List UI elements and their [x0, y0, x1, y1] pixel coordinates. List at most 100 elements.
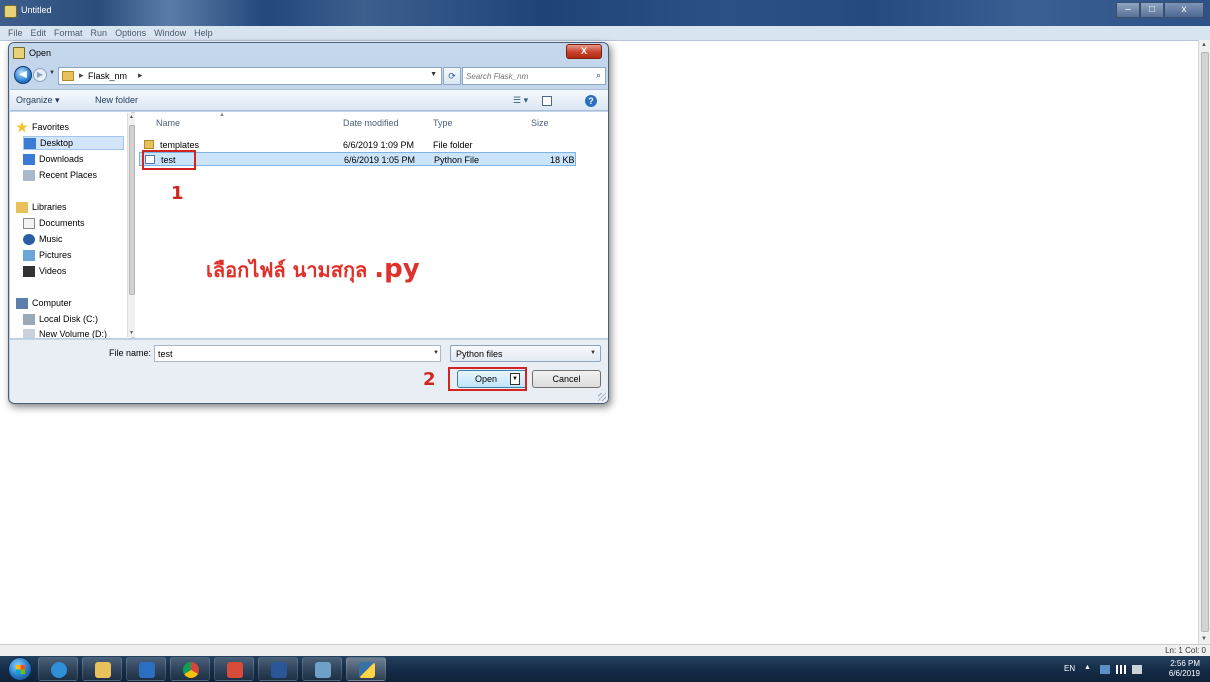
refresh-button[interactable]: ⟳ [443, 67, 461, 85]
volume-icon[interactable] [1132, 665, 1142, 674]
folder-icon [144, 140, 154, 149]
back-arrow-icon[interactable]: ◀ [14, 66, 32, 84]
menu-help[interactable]: Help [190, 26, 217, 40]
taskbar: EN ▲ 2:56 PM 6/6/2019 [0, 656, 1210, 682]
resize-grip[interactable] [598, 393, 606, 401]
chevron-down-icon: ▼ [590, 350, 596, 356]
menu-format[interactable]: Format [50, 26, 87, 40]
nav-computer[interactable]: Computer [16, 296, 124, 310]
taskbar-chrome[interactable] [170, 657, 210, 681]
system-tray: EN ▲ 2:56 PM 6/6/2019 [1060, 656, 1210, 682]
folder-icon [95, 662, 111, 678]
file-name-field[interactable] [154, 345, 441, 362]
cancel-button[interactable]: Cancel [532, 370, 601, 388]
scroll-down-icon[interactable]: ▼ [1201, 636, 1207, 642]
search-icon[interactable]: ⌕ [596, 70, 601, 81]
breadcrumb-flask-nm[interactable]: Flask_nm [88, 71, 127, 81]
file-type: File folder [433, 140, 473, 150]
nav-videos[interactable]: Videos [23, 264, 124, 278]
column-header-size[interactable]: Size [531, 118, 549, 128]
scroll-down-icon[interactable]: ▼ [129, 330, 134, 336]
breadcrumb-separator-icon[interactable]: ▸ [138, 70, 143, 81]
nav-desktop[interactable]: Desktop [23, 136, 124, 150]
folder-icon [62, 71, 74, 81]
taskbar-internet-explorer[interactable] [38, 657, 78, 681]
annotation-step-2: 2 [423, 369, 436, 390]
taskbar-paint[interactable] [214, 657, 254, 681]
search-box[interactable]: ⌕ [462, 67, 606, 85]
taskbar-word[interactable] [258, 657, 298, 681]
close-icon[interactable]: x [1164, 2, 1204, 18]
start-button[interactable] [8, 657, 32, 681]
show-hidden-icons-icon[interactable]: ▲ [1084, 664, 1091, 671]
nav-libraries[interactable]: Libraries [16, 200, 124, 214]
menu-window[interactable]: Window [150, 26, 190, 40]
editor-scrollbar[interactable]: ▲ ▼ [1198, 40, 1210, 644]
annotation-instruction: เลือกไฟล์ นามสกุล .py [206, 254, 420, 284]
search-input[interactable] [466, 69, 586, 83]
minimize-icon[interactable]: – [1116, 2, 1140, 18]
nav-music[interactable]: Music [23, 232, 124, 246]
nav-favorites[interactable]: Favorites [16, 120, 124, 134]
file-row-templates[interactable]: templates 6/6/2019 1:09 PM File folder [139, 138, 576, 152]
scroll-up-icon[interactable]: ▲ [1201, 42, 1207, 48]
file-name-input[interactable] [158, 347, 428, 360]
scroll-thumb[interactable] [1201, 52, 1209, 632]
cursor-position: Ln: 1 Col: 0 [1165, 646, 1206, 655]
clock-date[interactable]: 6/6/2019 [1169, 669, 1200, 678]
address-row: ◀ ▶ ▼ ▸ Flask_nm ▸ ▼ ⟳ ⌕ [9, 63, 608, 88]
change-view-icon[interactable]: ☰ ▾ [513, 95, 528, 106]
menu-options[interactable]: Options [111, 26, 150, 40]
dialog-toolbar: Organize ▾ New folder ☰ ▾ ? [10, 89, 608, 111]
menu-run[interactable]: Run [87, 26, 112, 40]
menu-file[interactable]: File [4, 26, 27, 40]
file-name-label: File name: [109, 348, 152, 358]
file-date: 6/6/2019 1:05 PM [344, 155, 416, 165]
menu-edit[interactable]: Edit [27, 26, 51, 40]
idle-app-icon [4, 5, 17, 18]
computer-icon [16, 297, 28, 309]
file-type-select[interactable]: Python files ▼ [450, 345, 601, 362]
language-indicator[interactable]: EN [1064, 664, 1075, 673]
nav-pictures[interactable]: Pictures [23, 248, 124, 262]
column-header-date-modified[interactable]: Date modified [343, 118, 399, 128]
scroll-up-icon[interactable]: ▲ [129, 114, 134, 120]
new-folder-button[interactable]: New folder [95, 95, 138, 105]
column-header-type[interactable]: Type [433, 118, 453, 128]
clock-time[interactable]: 2:56 PM [1170, 659, 1200, 668]
help-icon[interactable]: ? [585, 95, 597, 107]
taskbar-paint-tool[interactable] [302, 657, 342, 681]
menu-bar: File Edit Format Run Options Window Help [0, 26, 1210, 40]
media-player-icon [139, 662, 155, 678]
downloads-icon [23, 153, 35, 165]
videos-icon [23, 265, 35, 277]
address-dropdown-icon[interactable]: ▼ [430, 71, 437, 78]
dialog-close-button[interactable]: X [566, 44, 602, 59]
nav-recent-places[interactable]: Recent Places [23, 168, 124, 182]
network-icon[interactable] [1100, 665, 1110, 674]
organize-button[interactable]: Organize ▾ [16, 95, 60, 106]
preview-pane-icon[interactable] [542, 96, 552, 106]
music-icon [23, 233, 35, 245]
signal-icon[interactable] [1116, 665, 1126, 674]
nav-documents[interactable]: Documents [23, 216, 124, 230]
maximize-icon[interactable]: □ [1140, 2, 1164, 18]
nav-pane-scrollbar[interactable]: ▲ ▼ [127, 113, 135, 337]
taskbar-file-explorer[interactable] [82, 657, 122, 681]
taskbar-python-idle[interactable] [346, 657, 386, 681]
file-name-dropdown-icon[interactable]: ▼ [433, 350, 439, 356]
address-bar[interactable]: ▸ Flask_nm ▸ ▼ [58, 67, 442, 85]
file-row-test[interactable]: test 6/6/2019 1:05 PM Python File 18 KB [139, 152, 576, 166]
file-type-value: Python files [456, 349, 503, 359]
dialog-title: Open [29, 48, 52, 58]
nav-local-disk[interactable]: Local Disk (C:) [23, 312, 124, 326]
annotation-highlight-open-button [448, 367, 527, 391]
paint-icon [227, 662, 243, 678]
column-header-name[interactable]: Name [156, 118, 180, 128]
breadcrumb-separator-icon[interactable]: ▸ [79, 70, 84, 81]
nav-new-volume[interactable]: New Volume (D:) [23, 327, 124, 338]
forward-arrow-icon[interactable]: ▶ [33, 68, 47, 82]
recent-locations-icon[interactable]: ▼ [49, 70, 55, 76]
taskbar-media-player[interactable] [126, 657, 166, 681]
nav-downloads[interactable]: Downloads [23, 152, 124, 166]
